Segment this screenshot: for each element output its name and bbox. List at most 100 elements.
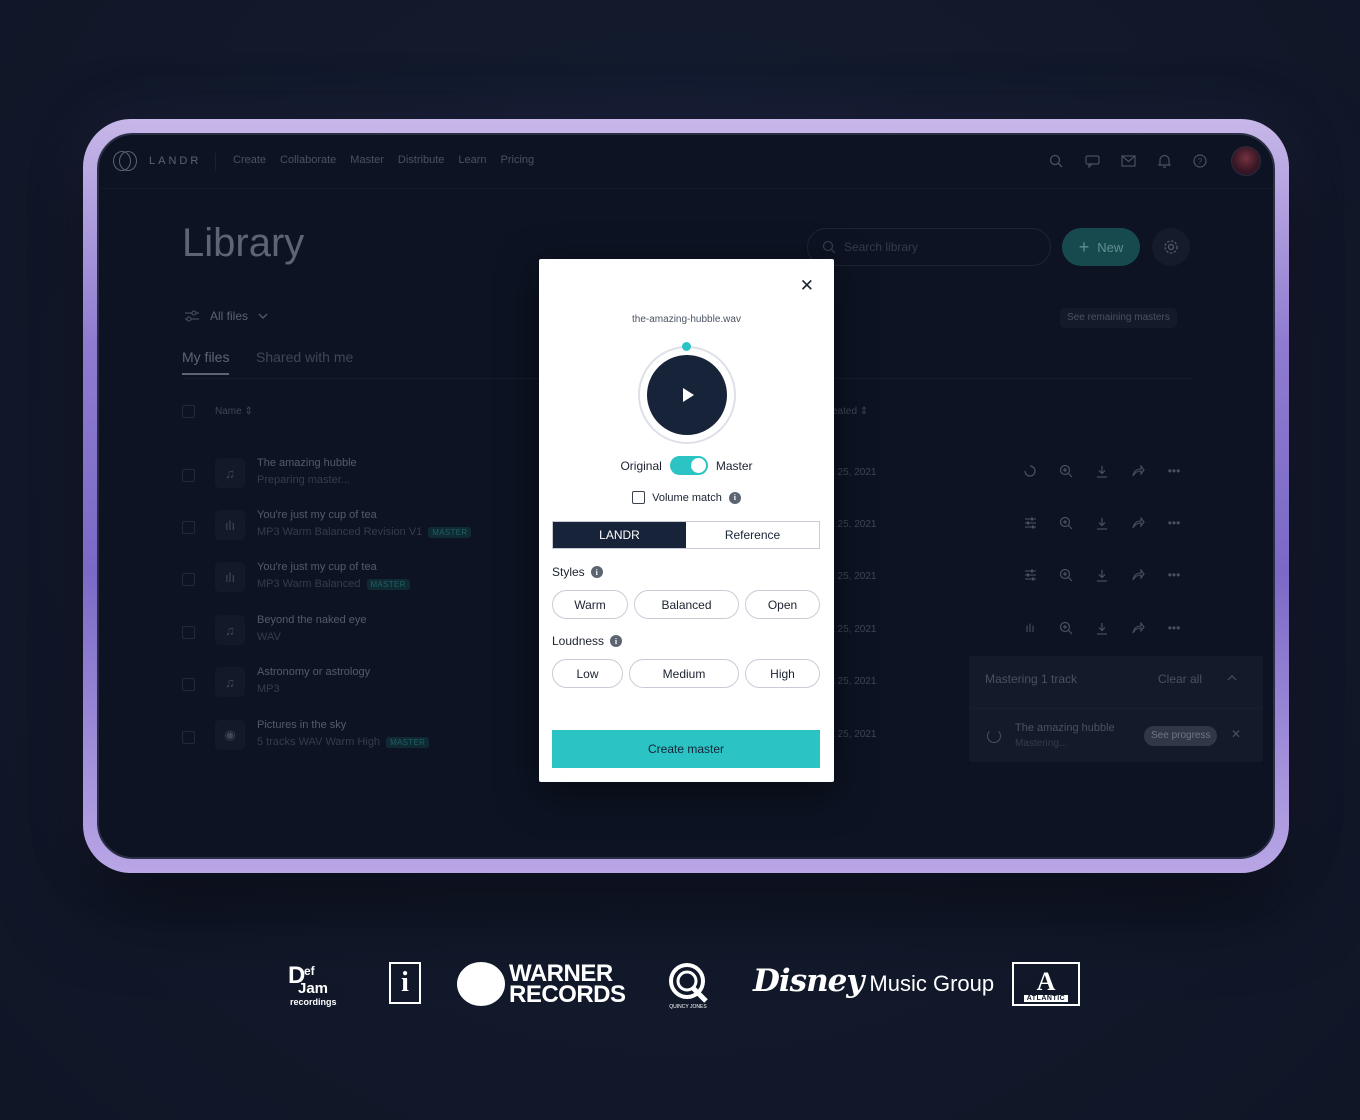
segment-landr[interactable]: LANDR bbox=[553, 522, 686, 548]
waveform-icon: ılı bbox=[215, 510, 245, 540]
loudness-option-high[interactable]: High bbox=[745, 659, 820, 688]
download-icon[interactable] bbox=[1094, 620, 1110, 636]
nav-link-distribute[interactable]: Distribute bbox=[398, 154, 444, 166]
landr-logo-icon bbox=[113, 151, 137, 171]
settings-button[interactable] bbox=[1152, 228, 1190, 266]
column-created[interactable]: eated ⇕ bbox=[832, 406, 868, 417]
row-actions: ••• bbox=[1022, 567, 1182, 583]
search-icon[interactable] bbox=[1047, 152, 1065, 170]
chevron-up-icon[interactable] bbox=[1227, 670, 1237, 684]
row-checkbox[interactable] bbox=[182, 626, 195, 639]
row-checkbox[interactable] bbox=[182, 521, 195, 534]
row-checkbox[interactable] bbox=[182, 573, 195, 586]
add-collaborator-icon[interactable] bbox=[1058, 567, 1074, 583]
nav-link-pricing[interactable]: Pricing bbox=[501, 154, 535, 166]
top-nav: LANDR Create Collaborate Master Distribu… bbox=[99, 135, 1273, 189]
row-date: t 25, 2021 bbox=[832, 571, 877, 582]
volume-match-checkbox[interactable] bbox=[632, 491, 646, 504]
warner-circle-mark bbox=[457, 962, 505, 1006]
nav-link-learn[interactable]: Learn bbox=[458, 154, 486, 166]
remaining-masters-button[interactable]: See remaining masters bbox=[1060, 308, 1177, 328]
island-records-logo: i bbox=[389, 962, 421, 1004]
download-icon[interactable] bbox=[1094, 463, 1110, 479]
search-placeholder: Search library bbox=[844, 240, 919, 254]
style-option-open[interactable]: Open bbox=[745, 590, 820, 619]
page-title: Library bbox=[182, 221, 305, 265]
share-icon[interactable] bbox=[1130, 463, 1146, 479]
row-title: Astronomy or astrology bbox=[257, 666, 371, 678]
info-icon[interactable]: i bbox=[590, 566, 603, 578]
row-checkbox[interactable] bbox=[182, 469, 195, 482]
style-option-balanced[interactable]: Balanced bbox=[634, 590, 739, 619]
row-actions: ••• bbox=[1022, 463, 1182, 479]
styles-heading: Styles i bbox=[552, 565, 603, 579]
row-checkbox[interactable] bbox=[182, 678, 195, 691]
more-icon[interactable]: ••• bbox=[1166, 567, 1182, 583]
download-icon[interactable] bbox=[1094, 567, 1110, 583]
create-master-button[interactable]: Create master bbox=[552, 730, 820, 768]
nav-link-master[interactable]: Master bbox=[350, 154, 384, 166]
engine-segmented-control: LANDR Reference bbox=[552, 521, 820, 549]
sliders-icon[interactable] bbox=[1022, 567, 1038, 583]
original-master-toggle-row: Original Master bbox=[539, 456, 834, 475]
download-icon[interactable] bbox=[1094, 515, 1110, 531]
landr-logo[interactable]: LANDR bbox=[113, 151, 201, 171]
play-button[interactable] bbox=[647, 355, 727, 435]
add-collaborator-icon[interactable] bbox=[1058, 463, 1074, 479]
share-icon[interactable] bbox=[1130, 515, 1146, 531]
bell-icon[interactable] bbox=[1155, 152, 1173, 170]
nav-link-collaborate[interactable]: Collaborate bbox=[280, 154, 336, 166]
volume-match-row: Volume match i bbox=[539, 491, 834, 504]
mastering-header: Mastering 1 track bbox=[985, 672, 1078, 686]
chat-icon[interactable] bbox=[1083, 152, 1101, 170]
row-title: The amazing hubble bbox=[257, 457, 357, 469]
column-name[interactable]: Name ⇕ bbox=[215, 406, 253, 417]
close-icon[interactable]: ✕ bbox=[1231, 727, 1241, 741]
styles-options: Warm Balanced Open bbox=[552, 590, 820, 619]
filter-dropdown[interactable]: All files bbox=[184, 309, 268, 323]
sliders-icon[interactable] bbox=[1022, 515, 1038, 531]
playhead-handle[interactable] bbox=[682, 342, 691, 351]
row-date: t 25, 2021 bbox=[832, 729, 877, 740]
clear-all-button[interactable]: Clear all bbox=[1158, 672, 1202, 686]
more-icon[interactable]: ••• bbox=[1166, 463, 1182, 479]
filter-icon bbox=[185, 310, 199, 322]
see-progress-button[interactable]: See progress bbox=[1144, 726, 1218, 746]
new-button[interactable]: + New bbox=[1062, 228, 1140, 266]
brand-name: LANDR bbox=[149, 155, 202, 167]
row-title: You're just my cup of tea bbox=[257, 509, 377, 521]
add-collaborator-icon[interactable] bbox=[1058, 515, 1074, 531]
close-icon[interactable]: ✕ bbox=[800, 277, 814, 294]
row-title: Beyond the naked eye bbox=[257, 614, 367, 626]
share-icon[interactable] bbox=[1130, 620, 1146, 636]
row-checkbox[interactable] bbox=[182, 731, 195, 744]
help-icon[interactable]: ? bbox=[1191, 152, 1209, 170]
style-option-warm[interactable]: Warm bbox=[552, 590, 628, 619]
tab-my-files[interactable]: My files bbox=[182, 349, 230, 375]
add-collaborator-icon[interactable] bbox=[1058, 620, 1074, 636]
info-icon[interactable]: i bbox=[728, 491, 741, 504]
tab-shared-with-me[interactable]: Shared with me bbox=[256, 349, 353, 373]
waveform-icon: ılı bbox=[215, 562, 245, 592]
waveform-icon[interactable]: ılı bbox=[1022, 620, 1038, 636]
more-icon[interactable]: ••• bbox=[1166, 515, 1182, 531]
search-input[interactable]: Search library bbox=[807, 228, 1051, 266]
original-master-toggle[interactable] bbox=[669, 456, 708, 475]
share-icon[interactable] bbox=[1130, 567, 1146, 583]
info-icon[interactable]: i bbox=[610, 635, 623, 647]
nav-link-create[interactable]: Create bbox=[233, 154, 266, 166]
music-note-icon: ♫ bbox=[215, 615, 245, 645]
volume-match-label: Volume match bbox=[652, 491, 722, 504]
create-master-modal: ✕ the-amazing-hubble.wav Original Master… bbox=[539, 259, 834, 782]
avatar[interactable] bbox=[1231, 146, 1261, 176]
mail-icon[interactable] bbox=[1119, 152, 1137, 170]
defjam-logo: D ef Jam recordings bbox=[288, 961, 348, 1007]
more-icon[interactable]: ••• bbox=[1166, 620, 1182, 636]
row-date: t 25, 2021 bbox=[832, 624, 877, 635]
svg-text:Jam: Jam bbox=[298, 980, 328, 997]
loudness-option-low[interactable]: Low bbox=[552, 659, 623, 688]
loudness-option-medium[interactable]: Medium bbox=[629, 659, 739, 688]
segment-reference[interactable]: Reference bbox=[686, 522, 819, 548]
loading-spinner-icon bbox=[1022, 463, 1038, 479]
select-all-checkbox[interactable] bbox=[182, 405, 195, 418]
